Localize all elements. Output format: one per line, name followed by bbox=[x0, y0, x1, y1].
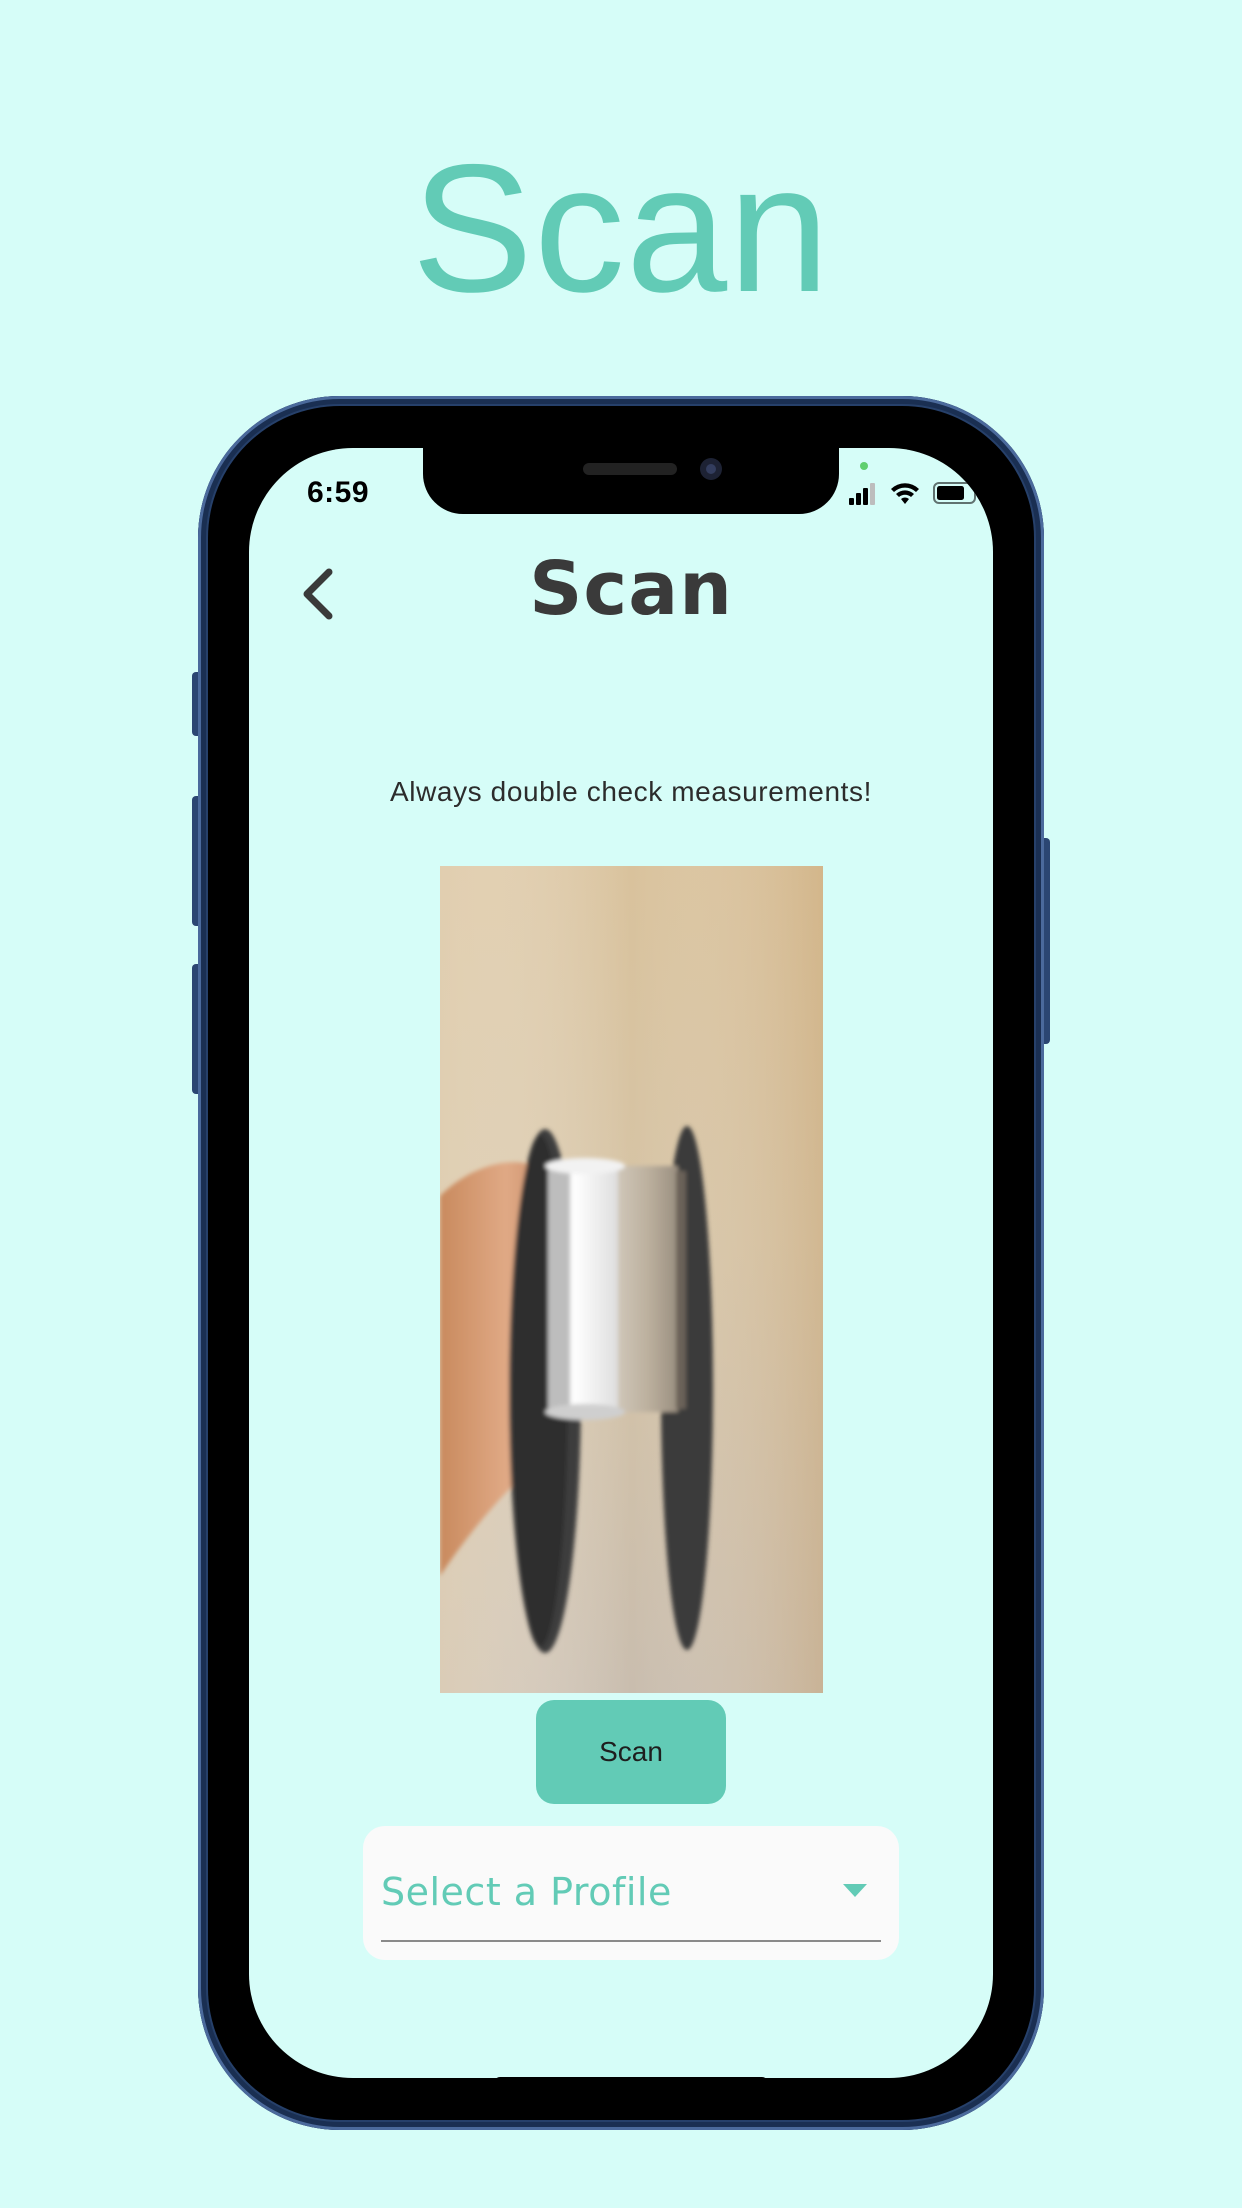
dropdown-arrow-icon bbox=[843, 1884, 867, 1897]
home-indicator[interactable] bbox=[494, 2077, 768, 2078]
phone-bezel: 6:59 Scan Always double check measuremen… bbox=[208, 406, 1034, 2120]
profile-dropdown[interactable]: Select a Profile bbox=[363, 1826, 899, 1960]
scan-button[interactable]: Scan bbox=[536, 1700, 726, 1804]
phone-frame: 6:59 Scan Always double check measuremen… bbox=[198, 396, 1044, 2130]
notch bbox=[423, 448, 839, 514]
status-time: 6:59 bbox=[307, 476, 370, 509]
measurement-hint: Always double check measurements! bbox=[389, 776, 873, 807]
app-screen: 6:59 Scan Always double check measuremen… bbox=[249, 448, 993, 2078]
cellular-signal-icon bbox=[849, 483, 875, 505]
spool-photo-illustration bbox=[440, 866, 823, 1693]
privacy-indicator-dot bbox=[860, 462, 868, 470]
battery-icon bbox=[933, 482, 980, 504]
page-title: Scan bbox=[529, 546, 733, 632]
dropdown-underline bbox=[381, 1940, 881, 1942]
wifi-icon bbox=[891, 483, 919, 504]
marketing-title: Scan bbox=[411, 126, 831, 330]
front-camera bbox=[700, 458, 722, 480]
profile-dropdown-placeholder: Select a Profile bbox=[381, 1870, 672, 1914]
filament-spool-photo bbox=[440, 866, 823, 1693]
speaker-grille bbox=[583, 463, 677, 475]
